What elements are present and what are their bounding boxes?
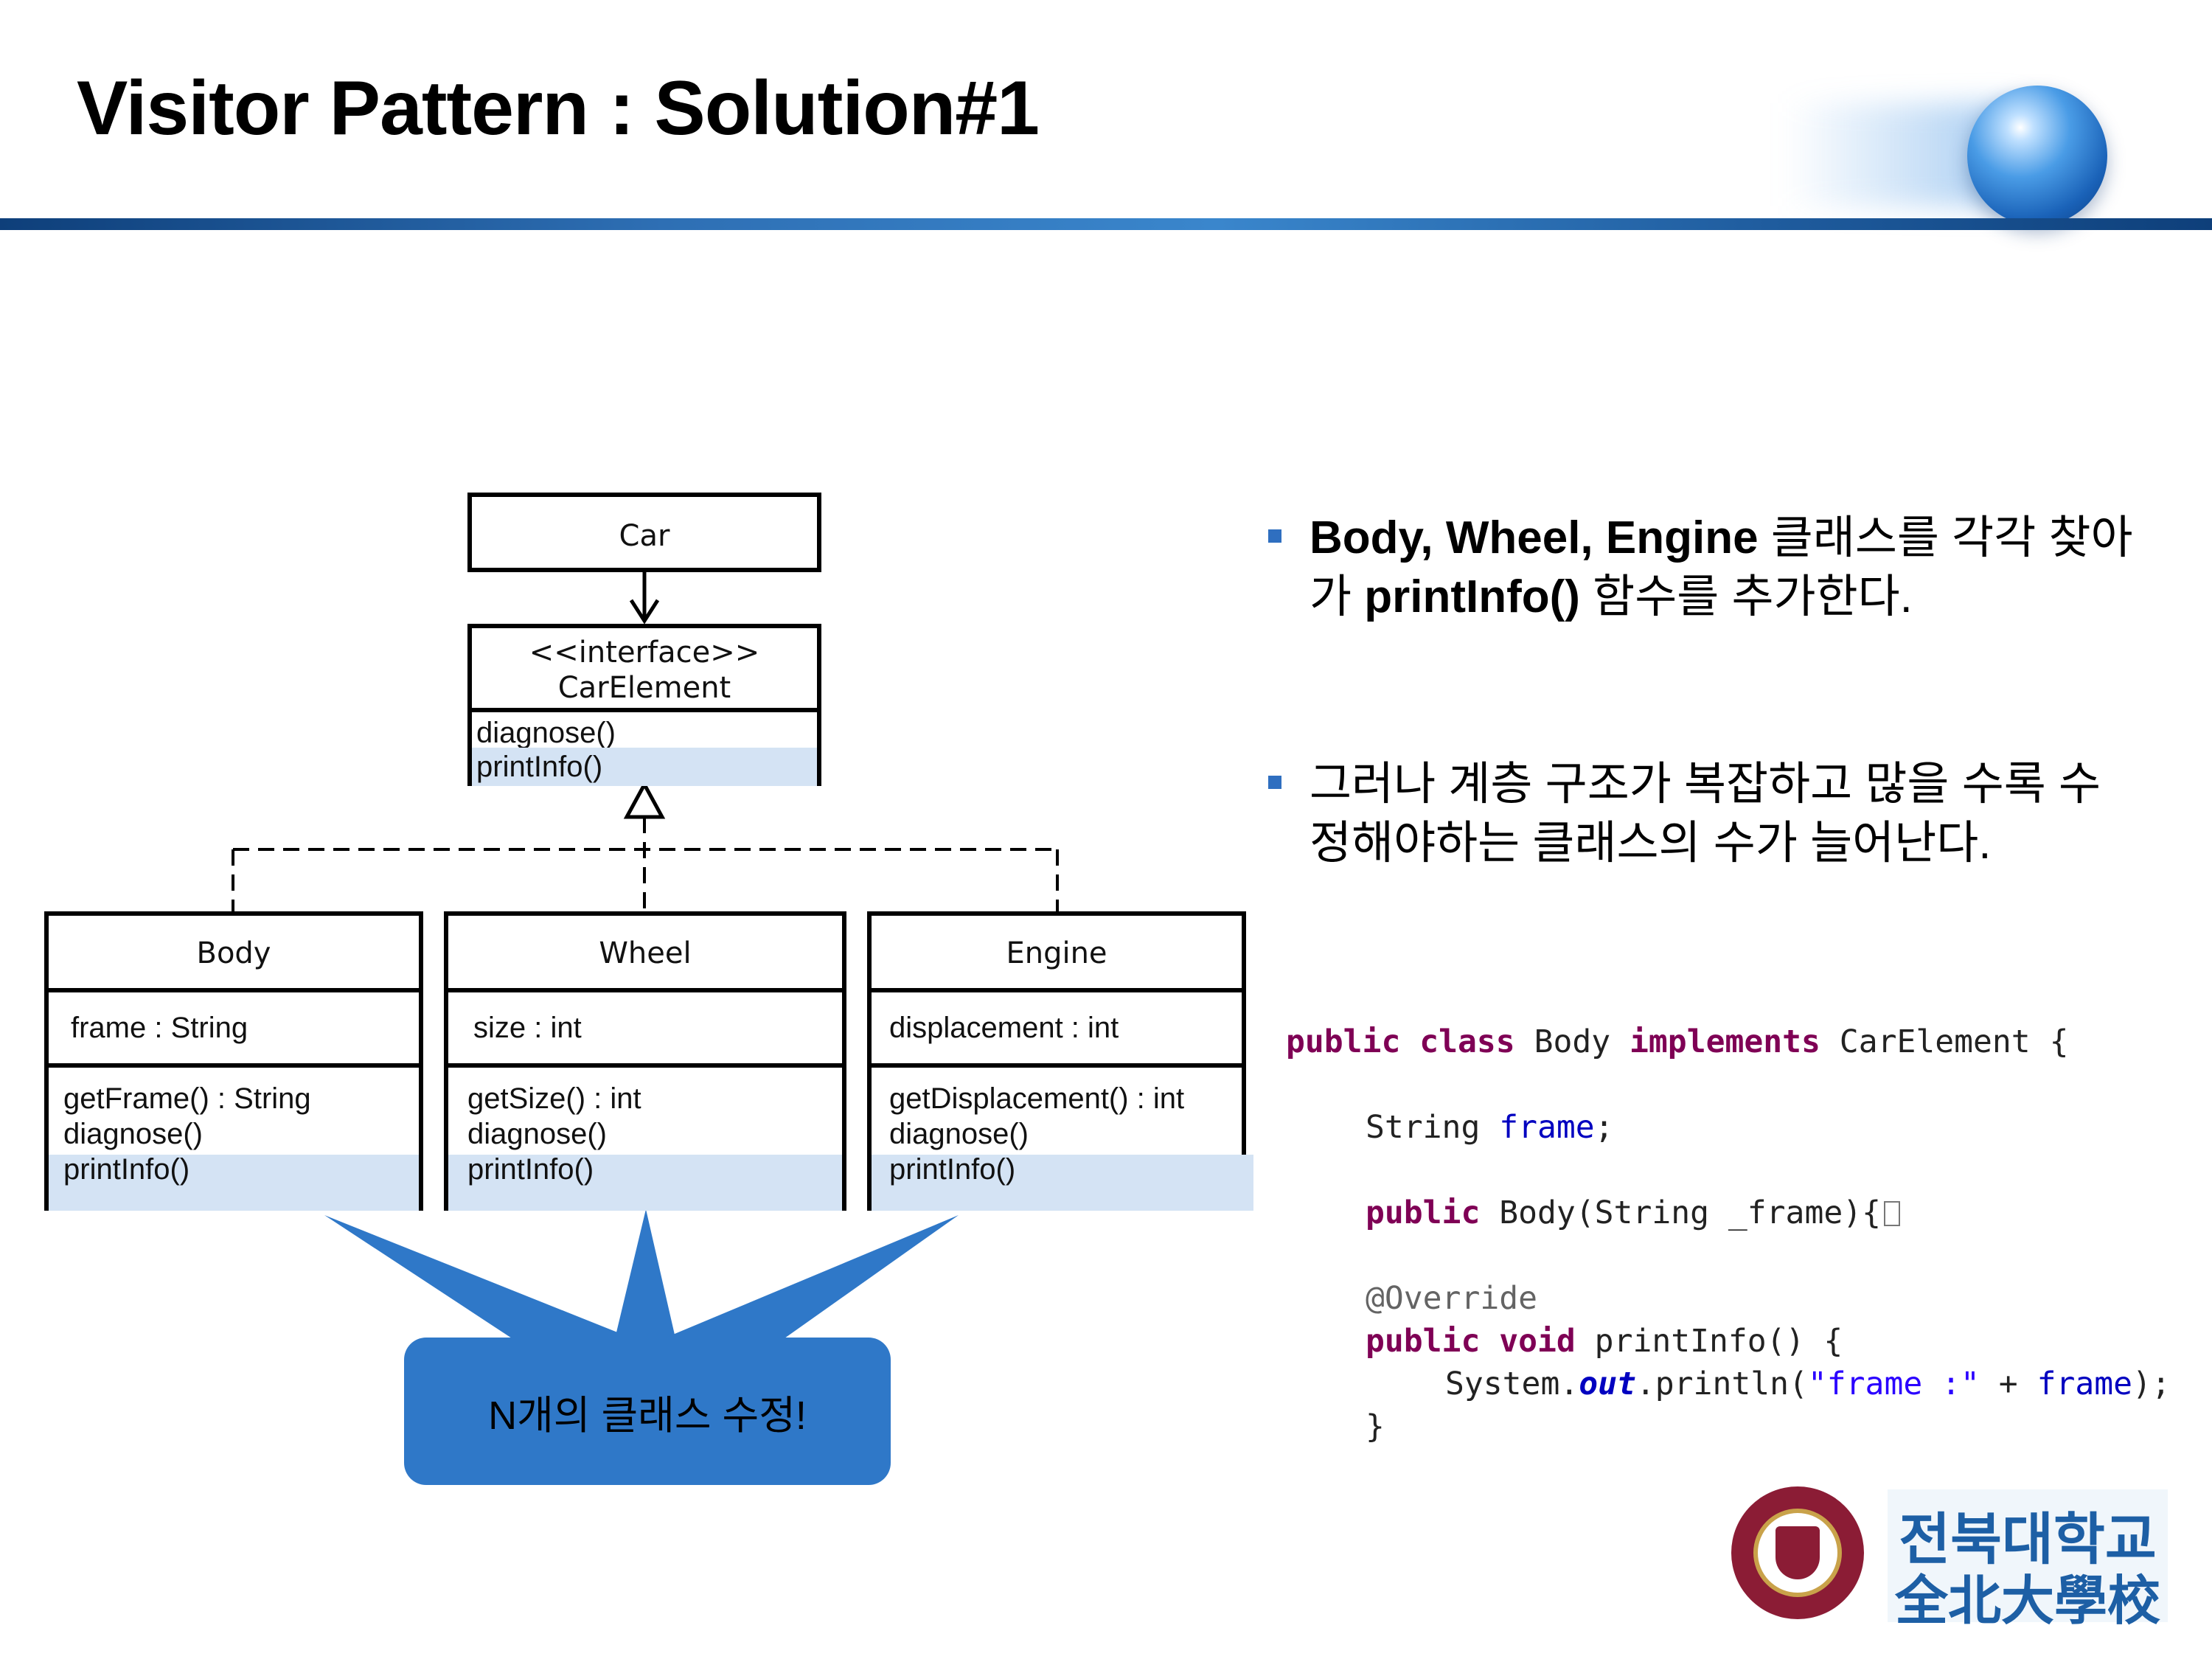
uml-method: diagnose() bbox=[63, 1118, 204, 1150]
uml-attribute: displacement : int bbox=[889, 1012, 1119, 1044]
university-logo-text: 전북대학교 全北大學校 bbox=[1888, 1489, 2168, 1632]
uml-method: printInfo() bbox=[63, 1153, 190, 1186]
uml-method: getDisplacement() : int bbox=[889, 1082, 1185, 1115]
bullet-1-text: 클래스를 각각 찾아 bbox=[1758, 512, 2133, 563]
callout-pointer-wheel bbox=[612, 1209, 678, 1351]
university-name-hanja: 全北大學校 bbox=[1894, 1569, 2160, 1632]
bullet-2-line-2: 정해야하는 클래스의 수가 늘어난다. bbox=[1310, 818, 1992, 869]
uml-class-wheel: Wheel size : int getSize() : int diagnos… bbox=[444, 911, 846, 1211]
code-line: System.out.println("frame :" + frame); bbox=[1445, 1366, 2171, 1402]
uml-method: diagnose() bbox=[889, 1118, 1029, 1150]
callout-text: N개의 클래스 수정! bbox=[488, 1393, 807, 1438]
uml-method: printInfo() bbox=[467, 1153, 594, 1186]
bullet-1-bold-method: printInfo() bbox=[1364, 571, 1580, 622]
uml-attribute: size : int bbox=[473, 1012, 582, 1044]
university-seal-icon bbox=[1731, 1486, 1864, 1619]
callout-pointer-body bbox=[324, 1215, 664, 1351]
code-line: String frame; bbox=[1366, 1109, 1614, 1146]
code-line: public Body(String _frame){ bbox=[1366, 1194, 1900, 1231]
uml-method: getFrame() : String bbox=[63, 1082, 311, 1115]
code-line: public class Body implements CarElement … bbox=[1286, 1023, 2069, 1060]
uml-class-name: Engine bbox=[1006, 936, 1107, 970]
uml-class-car: Car bbox=[467, 493, 821, 572]
code-line: public void printInfo() { bbox=[1366, 1323, 1843, 1360]
uml-class-body: Body frame : String getFrame() : String … bbox=[44, 911, 423, 1211]
uml-method: getSize() : int bbox=[467, 1082, 641, 1115]
code-line: @Override bbox=[1366, 1280, 1537, 1317]
uml-class-name: Car bbox=[619, 519, 670, 553]
bullet-1-bold-classes: Body, Wheel, Engine bbox=[1310, 512, 1759, 563]
code-snippet: public class Body implements CarElement … bbox=[1283, 1018, 2212, 1460]
uml-class-engine: Engine displacement : int getDisplacemen… bbox=[867, 911, 1253, 1211]
bullet-marker bbox=[1268, 529, 1281, 543]
uml-class-name: Body bbox=[196, 936, 271, 970]
uml-method: diagnose() bbox=[476, 717, 616, 749]
bullet-1-text: 가 bbox=[1310, 571, 1365, 622]
uml-class-name: CarElement bbox=[557, 671, 731, 705]
uml-interface-carelement: <<interface>> CarElement diagnose() prin… bbox=[467, 624, 821, 786]
uml-method: printInfo() bbox=[889, 1153, 1016, 1186]
bullet-1-line-2: 가 printInfo() 함수를 추가한다. bbox=[1310, 568, 1913, 627]
bullet-1-line-1: Body, Wheel, Engine 클래스를 각각 찾아 bbox=[1310, 509, 2133, 568]
bullet-2-line-1: 그러나 계층 구조가 복잡하고 많을 수록 수 bbox=[1310, 759, 2101, 810]
callout-pointer-engine bbox=[634, 1215, 959, 1351]
realization-triangle bbox=[623, 780, 666, 819]
uml-stereotype: <<interface>> bbox=[529, 636, 760, 669]
uml-class-name: Wheel bbox=[599, 936, 692, 970]
bullet-1-text: 함수를 추가한다. bbox=[1579, 571, 1913, 622]
uml-method: printInfo() bbox=[476, 751, 603, 783]
uml-method: diagnose() bbox=[467, 1118, 608, 1150]
code-fold-icon[interactable] bbox=[1884, 1201, 1900, 1226]
code-line: } bbox=[1366, 1408, 1385, 1445]
uml-attribute: frame : String bbox=[71, 1012, 248, 1044]
callout-box: N개의 클래스 수정! bbox=[404, 1338, 891, 1485]
bullet-marker bbox=[1268, 776, 1281, 789]
